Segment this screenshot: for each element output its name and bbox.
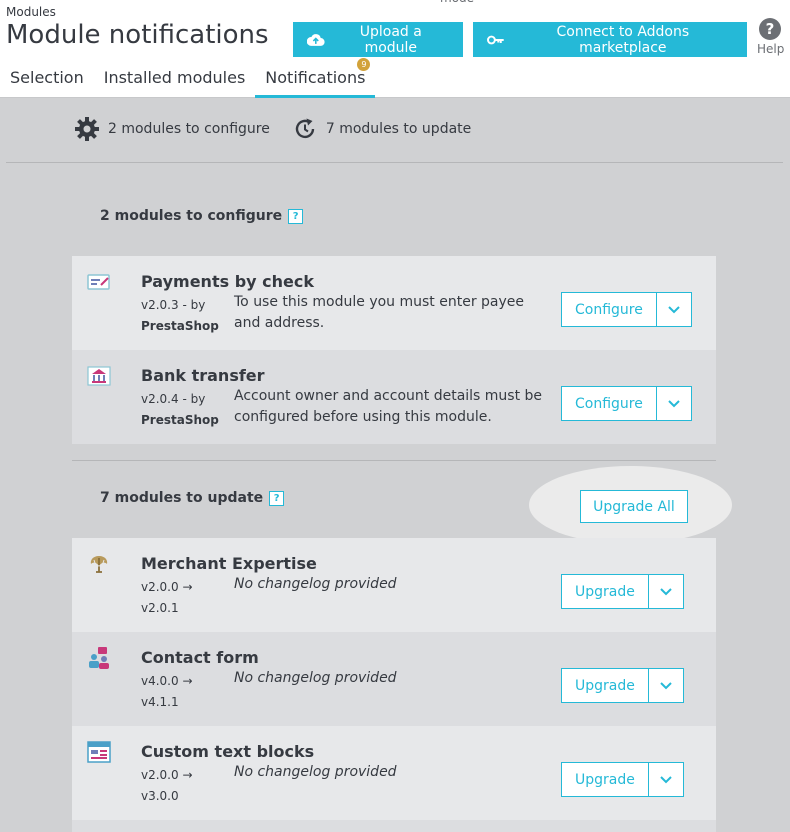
- configure-button[interactable]: Configure: [562, 293, 657, 326]
- update-section-title: 7 modules to update ?: [100, 490, 285, 506]
- module-name: Custom text blocks: [141, 742, 315, 761]
- update-section-label: 7 modules to update: [100, 490, 264, 506]
- module-version-from: v2.0.0 →: [141, 580, 193, 594]
- module-changelog: No changelog provided: [234, 576, 397, 592]
- summary-configure[interactable]: 2 modules to configure: [74, 116, 270, 142]
- configure-button[interactable]: Configure: [562, 387, 657, 420]
- chevron-down-icon: [660, 681, 672, 689]
- configure-split-button: Configure: [561, 292, 692, 327]
- module-version-to: v4.1.1: [141, 695, 179, 709]
- module-version-text: v2.0.3 - by: [141, 298, 206, 312]
- configure-split-button: Configure: [561, 386, 692, 421]
- connect-addons-button[interactable]: Connect to Addons marketplace: [473, 22, 747, 57]
- upgrade-all-button[interactable]: Upgrade All: [580, 490, 688, 523]
- bank-icon: [87, 366, 111, 386]
- module-row: Contact form v4.0.0 → v4.1.1 No changelo…: [72, 632, 716, 726]
- notifications-summary: 2 modules to configure 7 modules to upda…: [74, 116, 493, 142]
- chevron-down-icon: [660, 587, 672, 595]
- module-changelog: No changelog provided: [234, 764, 397, 780]
- upload-module-label: Upload a module: [359, 23, 422, 56]
- upgrade-button[interactable]: Upgrade: [562, 763, 649, 796]
- module-row: Payments by check v2.0.3 - by PrestaShop…: [72, 256, 716, 350]
- help-icon[interactable]: ?: [288, 208, 304, 224]
- module-row: Bank transfer v2.0.4 - by PrestaShop Acc…: [72, 350, 716, 444]
- help-icon: ?: [759, 18, 781, 40]
- upgrade-split-button: Upgrade: [561, 668, 684, 703]
- module-version: v4.0.0 → v4.1.1: [141, 671, 193, 713]
- module-row: Merchant Expertise v2.0.0 → v2.0.1 No ch…: [72, 538, 716, 632]
- module-name: Merchant Expertise: [141, 554, 317, 573]
- connect-addons-label: Connect to Addons marketplace: [556, 23, 690, 56]
- configure-section-title: 2 modules to configure ?: [100, 208, 304, 224]
- page-title: Module notifications: [6, 20, 269, 50]
- help-button[interactable]: ? Help: [757, 18, 785, 56]
- module-name: Bank transfer: [141, 366, 265, 385]
- upgrade-split-button: Upgrade: [561, 762, 684, 797]
- module-version: v2.0.0 → v2.0.1: [141, 577, 193, 619]
- dropdown-toggle[interactable]: [649, 669, 683, 702]
- merchant-expertise-icon: [90, 556, 108, 573]
- summary-configure-label: 2 modules to configure: [108, 121, 270, 137]
- module-version-to: v3.0.0: [141, 789, 179, 803]
- breadcrumb[interactable]: Modules: [6, 5, 56, 19]
- tab-installed-label: Installed modules: [103, 68, 246, 87]
- module-version: v2.0.4 - by PrestaShop: [141, 389, 219, 431]
- refresh-clock-icon: [295, 118, 315, 139]
- chevron-down-icon: [660, 775, 672, 783]
- custom-text-icon: [87, 741, 111, 763]
- mode-label-fragment: mode: [440, 0, 474, 5]
- cloud-upload-icon: [307, 33, 325, 46]
- tab-installed-modules[interactable]: Installed modules: [94, 64, 256, 98]
- tab-selection-label: Selection: [10, 68, 84, 87]
- module-row: Custom text blocks v2.0.0 → v3.0.0 No ch…: [72, 726, 716, 820]
- upgrade-button[interactable]: Upgrade: [562, 575, 649, 608]
- module-author: PrestaShop: [141, 319, 219, 333]
- help-icon[interactable]: ?: [269, 490, 285, 506]
- module-changelog: No changelog provided: [234, 670, 397, 686]
- summary-divider: [6, 162, 783, 163]
- dropdown-toggle[interactable]: [657, 293, 691, 326]
- module-name: Contact form: [141, 648, 259, 667]
- module-version-from: v4.0.0 →: [141, 674, 193, 688]
- summary-update[interactable]: 7 modules to update: [292, 116, 471, 142]
- module-tabs: Selection Installed modules Notification…: [0, 58, 376, 98]
- module-version: v2.0.0 → v3.0.0: [141, 765, 193, 807]
- module-version-text: v2.0.4 - by: [141, 392, 206, 406]
- dropdown-toggle[interactable]: [649, 763, 683, 796]
- summary-update-label: 7 modules to update: [325, 121, 472, 137]
- contact-form-icon: [89, 647, 109, 669]
- dropdown-toggle[interactable]: [649, 575, 683, 608]
- upgrade-split-button: Upgrade: [561, 574, 684, 609]
- help-label: Help: [757, 42, 785, 56]
- upgrade-button[interactable]: Upgrade: [562, 669, 649, 702]
- module-version-from: v2.0.0 →: [141, 768, 193, 782]
- key-icon: [487, 35, 504, 44]
- configure-section-label: 2 modules to configure: [100, 208, 283, 224]
- module-author: PrestaShop: [141, 413, 219, 427]
- section-divider: [72, 460, 716, 461]
- gear-icon: [75, 117, 99, 141]
- dropdown-toggle[interactable]: [657, 387, 691, 420]
- check-payment-icon: [87, 274, 110, 290]
- module-version-to: v2.0.1: [141, 601, 179, 615]
- upload-module-button[interactable]: Upload a module: [293, 22, 463, 57]
- module-description: To use this module you must enter payee …: [234, 294, 525, 331]
- chevron-down-icon: [668, 399, 680, 407]
- tab-notifications[interactable]: Notifications 9: [255, 58, 376, 98]
- notification-count-badge: 9: [357, 58, 371, 71]
- module-name: Payments by check: [141, 272, 314, 291]
- page-header: Modules mode Module notifications Upload…: [0, 0, 790, 98]
- tab-notifications-label: Notifications: [265, 68, 366, 87]
- module-row-partial: [72, 820, 716, 832]
- chevron-down-icon: [668, 305, 680, 313]
- module-description: Account owner and account details must b…: [234, 388, 543, 425]
- tab-selection[interactable]: Selection: [0, 64, 94, 98]
- module-version: v2.0.3 - by PrestaShop: [141, 295, 219, 337]
